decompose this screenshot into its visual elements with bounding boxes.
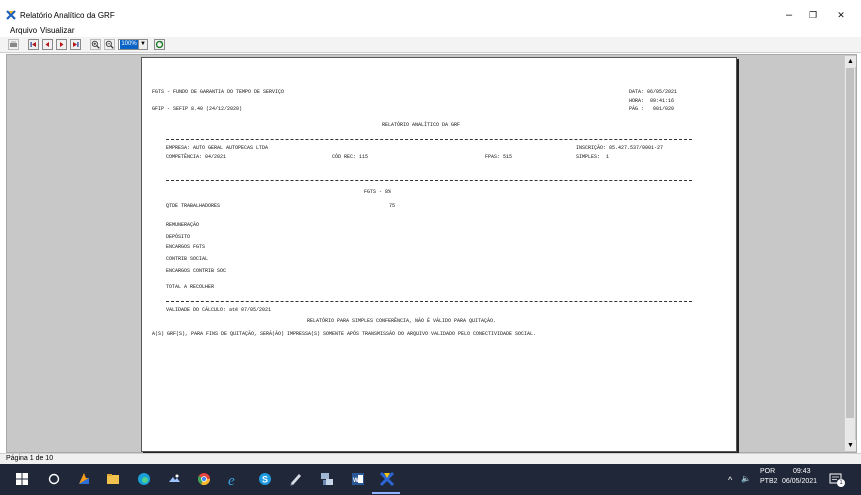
- zoom-out-icon[interactable]: [104, 39, 115, 50]
- app-icon: [6, 10, 16, 20]
- close-button[interactable]: ✕: [832, 8, 850, 22]
- encargos-fgts-label: ENCARGOS FGTS: [166, 244, 206, 250]
- edge-icon[interactable]: [135, 470, 153, 488]
- remuneracao-label: REMUNERAÇÃO: [166, 222, 200, 228]
- qtde-label: QTDE TRABALHADORES: [166, 203, 221, 209]
- report-date: DATA: 06/05/2021: [629, 89, 678, 95]
- maximize-button[interactable]: ❐: [804, 8, 822, 22]
- divider: [166, 139, 692, 140]
- note-quitacao: A(S) GRF(S), PARA FINS DE QUITAÇÃO, SERÁ…: [152, 331, 537, 337]
- empresa: EMPRESA: AUTO GERAL AUTOPECAS LTDA: [166, 145, 269, 151]
- previous-page-icon[interactable]: [42, 39, 53, 50]
- svg-text:W: W: [353, 478, 359, 484]
- toolbar: 100% ▼: [0, 37, 861, 53]
- taskbar: e S W ^ 🔈 POR PTB2 09:43 06/05/2021 1: [0, 464, 861, 495]
- note-conferencia: RELATÓRIO PARA SIMPLES CONFERÊNCIA, NÃO …: [307, 318, 497, 324]
- active-app-indicator: [372, 492, 400, 494]
- speaker-icon[interactable]: 🔈: [741, 474, 751, 483]
- internet-explorer-icon[interactable]: e: [225, 470, 243, 488]
- pinned-app-icon[interactable]: [75, 470, 93, 488]
- report-page-number: PÁG : 001/020: [629, 106, 675, 112]
- fgts-section: FGTS - 8%: [364, 189, 392, 195]
- competencia: COMPETÊNCIA: 04/2021: [166, 154, 227, 160]
- clock-date[interactable]: 06/05/2021: [782, 478, 817, 485]
- title-bar: Relatório Analítico da GRF – ❐ ✕: [0, 0, 861, 24]
- sefip-icon[interactable]: [378, 470, 396, 488]
- report-viewer: FGTS - FUNDO DE GARANTIA DO TEMPO DE SER…: [6, 54, 857, 453]
- start-icon[interactable]: [13, 470, 31, 488]
- validade: VALIDADE DO CÁLCULO: até 07/05/2021: [166, 307, 272, 313]
- header-sefip: GFIP - SEFIP 8.40 (24/12/2020): [152, 106, 243, 112]
- chevron-up-icon[interactable]: ^: [728, 475, 732, 485]
- cod-rec: CÓD REC: 115: [332, 154, 369, 160]
- notification-count: 1: [837, 479, 845, 487]
- file-explorer-icon[interactable]: [104, 470, 122, 488]
- menu-arquivo[interactable]: Arquivo: [10, 26, 37, 35]
- fpas: FPAS: 515: [485, 154, 513, 160]
- inscricao: INSCRIÇÃO: 05.427.537/0001-27: [576, 145, 664, 151]
- clock-time[interactable]: 09:43: [793, 468, 811, 475]
- svg-text:e: e: [228, 473, 235, 488]
- report-time: HORA: 09:41:16: [629, 98, 675, 104]
- first-page-icon[interactable]: [28, 39, 39, 50]
- header-fgts: FGTS - FUNDO DE GARANTIA DO TEMPO DE SER…: [152, 89, 285, 95]
- minimize-button[interactable]: –: [780, 8, 798, 22]
- divider: [166, 180, 692, 181]
- report-page: FGTS - FUNDO DE GARANTIA DO TEMPO DE SER…: [141, 57, 737, 452]
- page-indicator: Página 1 de 10: [6, 455, 54, 462]
- svg-text:S: S: [262, 475, 268, 485]
- simples: SIMPLES: 1: [576, 154, 610, 160]
- window-title: Relatório Analítico da GRF: [20, 11, 115, 20]
- menu-visualizar[interactable]: Visualizar: [40, 26, 75, 35]
- zoom-in-icon[interactable]: [90, 39, 101, 50]
- contrib-social-label: CONTRIB SOCIAL: [166, 256, 209, 262]
- vertical-scrollbar[interactable]: ▲ ▼: [844, 56, 856, 451]
- search-icon[interactable]: [45, 470, 63, 488]
- network-icon[interactable]: [318, 470, 336, 488]
- refresh-icon[interactable]: [154, 39, 165, 50]
- photos-icon[interactable]: [165, 470, 183, 488]
- notes-icon[interactable]: [287, 470, 305, 488]
- menu-bar: Arquivo Visualizar: [0, 24, 861, 36]
- chrome-icon[interactable]: [195, 470, 213, 488]
- print-icon[interactable]: [8, 39, 19, 50]
- total-label: TOTAL A RECOLHER: [166, 284, 215, 290]
- report-title: RELATÓRIO ANALÍTICO DA GRF: [382, 122, 461, 128]
- word-icon[interactable]: W: [349, 470, 367, 488]
- scroll-thumb[interactable]: [846, 68, 854, 418]
- last-page-icon[interactable]: [70, 39, 81, 50]
- language-secondary[interactable]: PTB2: [760, 478, 778, 485]
- skype-icon[interactable]: S: [256, 470, 274, 488]
- status-bar: Página 1 de 10: [0, 453, 861, 464]
- encargos-contrib-label: ENCARGOS CONTRIB SOC: [166, 268, 227, 274]
- next-page-icon[interactable]: [56, 39, 67, 50]
- zoom-value: 100%: [120, 40, 138, 49]
- chevron-down-icon[interactable]: ▼: [138, 40, 147, 49]
- scroll-down-icon[interactable]: ▼: [845, 440, 856, 451]
- deposito-label: DEPÓSITO: [166, 234, 191, 240]
- divider: [166, 301, 692, 302]
- zoom-select[interactable]: 100% ▼: [118, 39, 148, 50]
- language-primary[interactable]: POR: [760, 468, 775, 475]
- scroll-up-icon[interactable]: ▲: [845, 56, 856, 67]
- qtde-value: 75: [389, 203, 396, 209]
